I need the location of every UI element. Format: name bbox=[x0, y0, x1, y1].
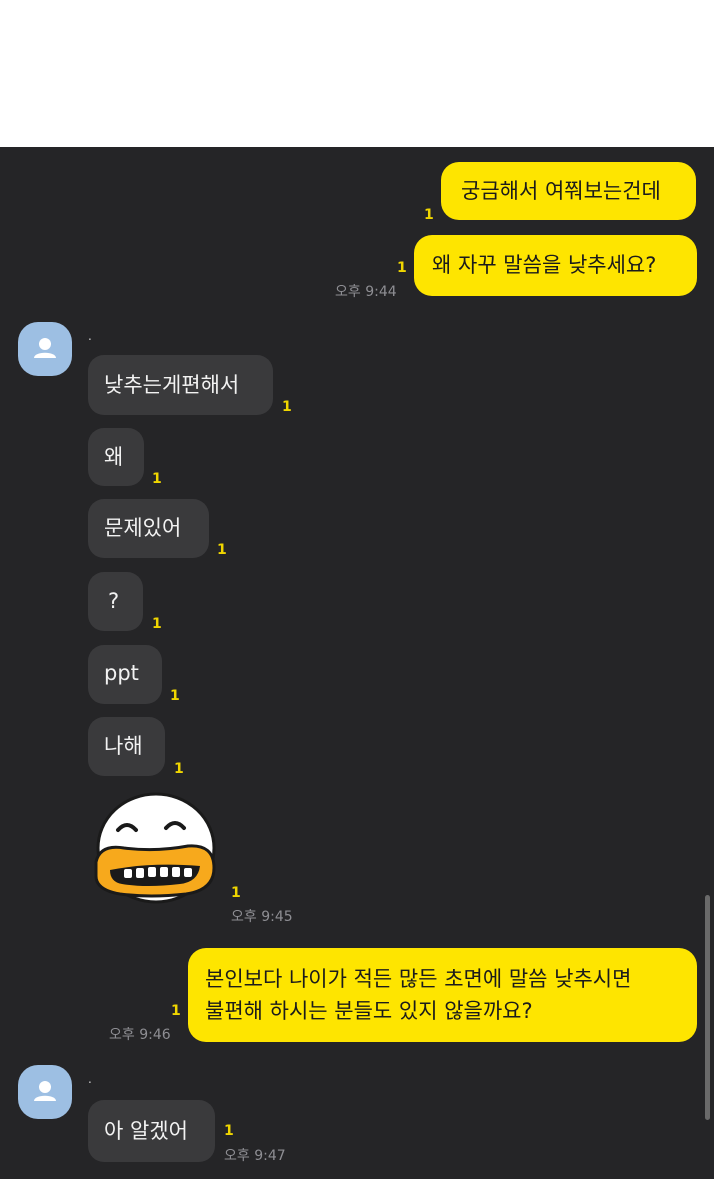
message-time: 오후 9:47 bbox=[224, 1148, 286, 1164]
unread-count: 1 bbox=[152, 616, 162, 632]
message-text: 문제있어 bbox=[104, 516, 182, 540]
unread-count: 1 bbox=[224, 1123, 234, 1139]
message-text-line: 불편해 하시는 분들도 있지 않을까요? bbox=[205, 999, 533, 1023]
incoming-message[interactable]: 아 알겠어 bbox=[88, 1100, 215, 1162]
unread-count: 1 bbox=[171, 1003, 181, 1019]
unread-count: 1 bbox=[282, 399, 292, 415]
message-text-line: 본인보다 나이가 적든 많든 초면에 말씀 낮추시면 bbox=[205, 967, 632, 991]
user-silhouette-icon bbox=[34, 338, 56, 358]
unread-count: 1 bbox=[217, 542, 227, 558]
message-time: 오후 9:45 bbox=[231, 909, 293, 925]
outgoing-message[interactable]: 본인보다 나이가 적든 많든 초면에 말씀 낮추시면 불편해 하시는 분들도 있… bbox=[188, 948, 697, 1042]
message-text: 왜 bbox=[104, 445, 124, 469]
incoming-message[interactable]: 낮추는게편해서 bbox=[88, 355, 273, 415]
laughing-duck-icon bbox=[94, 792, 216, 904]
emoticon-sticker[interactable] bbox=[90, 792, 220, 912]
message-text: 나해 bbox=[104, 734, 143, 758]
scrollbar[interactable] bbox=[705, 895, 710, 1120]
unread-count: 1 bbox=[170, 688, 180, 704]
unread-count: 1 bbox=[174, 761, 184, 777]
incoming-message[interactable]: ? bbox=[88, 572, 143, 631]
message-text: ? bbox=[108, 589, 120, 613]
incoming-message[interactable]: 문제있어 bbox=[88, 499, 209, 558]
message-text: 왜 자꾸 말씀을 낮추세요? bbox=[432, 253, 657, 277]
sender-name: . bbox=[88, 1072, 92, 1086]
message-time: 오후 9:44 bbox=[335, 284, 397, 300]
chat-room[interactable]: 궁금해서 여쭤보는건데 1 왜 자꾸 말씀을 낮추세요? 1 오후 9:44 .… bbox=[0, 147, 714, 1179]
user-silhouette-icon bbox=[34, 1081, 56, 1101]
unread-count: 1 bbox=[231, 885, 241, 901]
unread-count: 1 bbox=[152, 471, 162, 487]
profile-avatar[interactable] bbox=[18, 1065, 72, 1119]
unread-count: 1 bbox=[397, 260, 407, 276]
message-time: 오후 9:46 bbox=[109, 1027, 171, 1043]
message-text: 아 알겠어 bbox=[104, 1119, 188, 1143]
incoming-message[interactable]: ppt bbox=[88, 645, 162, 704]
message-text: 낮추는게편해서 bbox=[104, 373, 240, 397]
message-text: ppt bbox=[104, 661, 139, 685]
outgoing-message[interactable]: 왜 자꾸 말씀을 낮추세요? bbox=[414, 235, 697, 296]
incoming-message[interactable]: 나해 bbox=[88, 717, 165, 776]
unread-count: 1 bbox=[424, 207, 434, 223]
profile-avatar[interactable] bbox=[18, 322, 72, 376]
sender-name: . bbox=[88, 329, 92, 343]
incoming-message[interactable]: 왜 bbox=[88, 428, 144, 486]
message-text: 궁금해서 여쭤보는건데 bbox=[461, 179, 661, 203]
outgoing-message[interactable]: 궁금해서 여쭤보는건데 bbox=[441, 162, 696, 220]
